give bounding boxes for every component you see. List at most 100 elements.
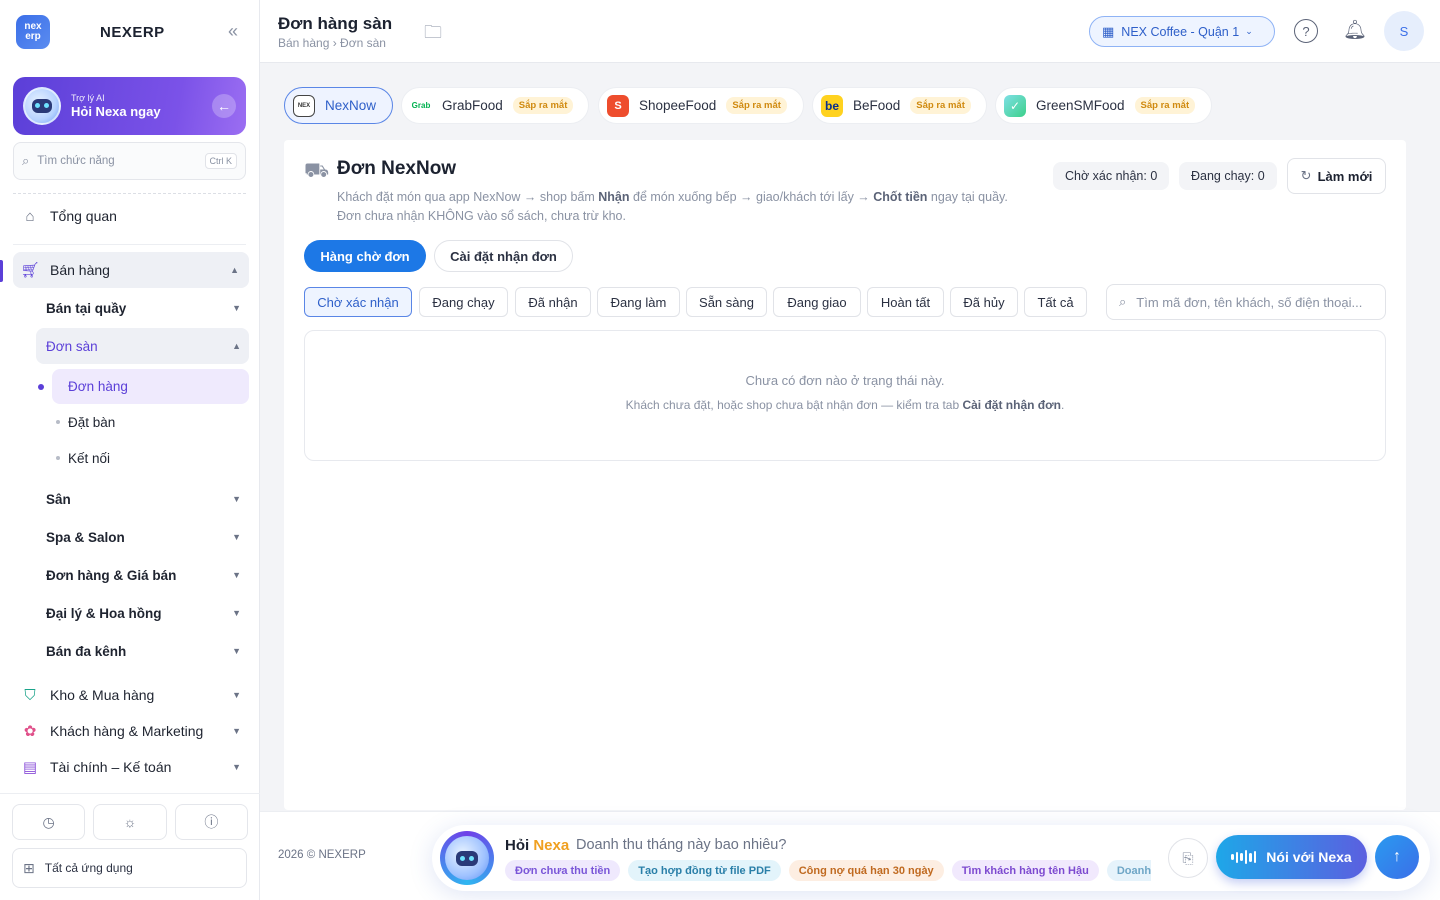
tab-label: ShopeeFood [639,98,717,113]
sidebar-item-label: Kho & Mua hàng [50,687,155,703]
sidebar-item-connections[interactable]: Kết nối [68,447,228,469]
desc-text: để món xuống bếp → giao/khách tới lấy → [629,190,874,204]
help-icon[interactable]: ? [1294,19,1318,43]
filter-preparing[interactable]: Đang làm [597,287,680,317]
brand-name: NEXERP [100,23,165,41]
tab-label: NexNow [325,98,377,113]
attach-icon[interactable]: ⎘ [1168,838,1208,878]
coming-soon-badge: Sắp ra mắt [910,97,971,114]
sidebar-item-spa[interactable]: Spa & Salon ▼ [46,526,241,548]
theme-toggle-icon[interactable]: ☼ [93,804,167,840]
store-selector[interactable]: ▦ NEX Coffee - Quận 1 ⌄ [1089,16,1275,47]
breadcrumb[interactable]: Bán hàng › Đơn sàn [278,36,386,50]
sidebar-item-yard[interactable]: Sân ▼ [46,488,241,510]
chevron-down-icon: ▼ [232,494,241,504]
filter-accepted[interactable]: Đã nhận [515,287,591,317]
tab-order-queue[interactable]: Hàng chờ đơn [304,240,426,272]
feature-search-input[interactable]: ⌕ Tìm chức năng Ctrl K [13,142,246,180]
sidebar-item-orders[interactable]: Đơn hàng [52,369,249,404]
folder-icon[interactable]: 🗀 [424,20,442,50]
arrow-left-icon[interactable]: ← [212,94,236,118]
empty-state: Chưa có đơn nào ở trạng thái này. Khách … [304,330,1386,461]
sidebar-item-inventory[interactable]: ⛉ Kho & Mua hàng ▼ [20,684,241,706]
filter-running[interactable]: Đang chạy [419,287,508,317]
chevron-down-icon: ▼ [232,690,241,700]
tab-greensmfood[interactable]: ✓ GreenSMFood Sắp ra mắt [995,87,1212,124]
sidebar: nex erp NEXERP « Trợ lý AI Hỏi Nexa ngay… [0,0,260,900]
sidebar-item-finance[interactable]: ▤ Tài chính – Kế toán ▼ [20,756,241,778]
bag-icon: ⛉ [24,686,36,704]
sidebar-item-agents[interactable]: Đại lý & Hoa hồng ▼ [46,602,241,624]
voice-nexa-button[interactable]: Nói với Nexa [1216,835,1367,879]
sidebar-item-sales-counter[interactable]: Bán tại quầy ▼ [46,297,241,319]
topbar: Đơn hàng sàn Bán hàng › Đơn sàn 🗀 ▦ NEX … [260,0,1440,63]
chevron-down-icon: ▼ [232,762,241,772]
active-dot [38,384,44,390]
filter-all[interactable]: Tất cả [1024,287,1087,317]
sidebar-item-platform-orders[interactable]: Đơn sàn ▲ [36,328,249,364]
suggestion-chip[interactable]: Công nợ quá hạn 30 ngày [788,860,944,881]
store-icon: ▦ [1102,23,1115,39]
suggestion-chips: Đơn chưa thu tiền Tạo hợp đồng từ file P… [505,860,1151,882]
store-name: NEX Coffee - Quận 1 [1121,24,1240,39]
sidebar-item-reservations[interactable]: Đặt bàn [68,411,228,433]
sidebar-item-customers[interactable]: ✿ Khách hàng & Marketing ▼ [20,720,241,742]
sidebar-item-omnichannel[interactable]: Bán đa kênh ▼ [46,640,241,662]
history-icon[interactable]: ◷ [12,804,86,840]
avatar[interactable]: S [1384,11,1424,51]
ask-nexa-input[interactable]: Doanh thu tháng này bao nhiêu? [576,837,786,853]
suggestion-chip[interactable]: Đơn chưa thu tiền [505,860,621,881]
filter-pending[interactable]: Chờ xác nhận [304,287,412,317]
shopeefood-logo: S [607,94,629,117]
search-icon: ⌕ [1119,294,1127,309]
tab-label: GreenSMFood [1036,98,1125,113]
bell-icon[interactable]: 🔔︎ [1343,18,1367,42]
alert-icon[interactable]: ⓘ [174,804,248,840]
chevron-up-icon: ▲ [232,341,241,351]
card-title: Đơn NexNow [337,158,457,179]
hint-text: . [1061,398,1065,412]
ask-nexa-label: Hỏi Nexa ngay [71,104,161,119]
sidebar-item-label: Tổng quan [50,208,117,224]
tab-shopeefood[interactable]: S ShopeeFood Sắp ra mắt [598,87,804,124]
ask-prefix: Hỏi [505,837,534,854]
sidebar-item-orders-pricing[interactable]: Đơn hàng & Giá bán ▼ [46,564,241,586]
tab-grabfood[interactable]: Grab GrabFood Sắp ra mắt [401,87,589,124]
filter-ready[interactable]: Sẵn sàng [686,287,767,317]
grabfood-logo: Grab [410,94,432,117]
suggestion-chip[interactable]: Tạo hợp đồng từ file PDF [628,860,781,881]
order-search-input[interactable]: ⌕ Tìm mã đơn, tên khách, số điện thoại..… [1106,284,1386,320]
sidebar-item-sales[interactable]: 🛒︎ Bán hàng ▲ [13,252,249,288]
filter-completed[interactable]: Hoàn tất [867,287,944,317]
sidebar-item-label: Bán đa kênh [46,643,127,659]
sidebar-item-label: Đơn hàng & Giá bán [46,567,177,583]
desc-text: ngay tại quầy. [927,190,1008,204]
nexa-bot-avatar[interactable] [440,831,494,885]
sidebar-item-overview[interactable]: ⌂ Tổng quan [20,205,246,227]
suggestion-chip[interactable]: Doanh th [1106,860,1151,881]
suggestion-chip[interactable]: Tìm khách hàng tên Hậu [951,860,1099,881]
nexa-bot-avatar [23,87,61,125]
collapse-sidebar-icon[interactable]: « [228,21,238,41]
tab-nexnow[interactable]: NEX NexNow [284,87,393,124]
filter-cancelled[interactable]: Đã hủy [950,287,1018,317]
page-title: Đơn hàng sàn [278,14,393,33]
ask-nexa-card[interactable]: Trợ lý AI Hỏi Nexa ngay ← [13,77,246,135]
tab-order-settings[interactable]: Cài đặt nhận đơn [434,240,573,272]
hint-link[interactable]: Cài đặt nhận đơn [962,398,1061,412]
sidebar-item-label: Đơn hàng [68,379,128,394]
refresh-button[interactable]: ↻ Làm mới [1287,158,1386,194]
all-apps-button[interactable]: ⊞ Tất cả ứng dụng [12,848,247,888]
card-description: Khách đặt món qua app NexNow → shop bấm … [337,188,1008,226]
tab-label: BeFood [853,98,901,113]
brand: nex erp NEXERP « [16,15,244,49]
nexnow-logo: NEX [293,94,315,117]
send-button[interactable]: ↑ [1375,835,1419,879]
tab-befood[interactable]: be BeFood Sắp ra mắt [812,87,987,124]
hint-text: Khách chưa đặt, hoặc shop chưa bật nhận … [625,398,963,412]
pending-count-badge: Chờ xác nhận: 0 [1053,162,1170,190]
nexerp-logo[interactable]: nex erp [16,15,50,49]
filter-delivering[interactable]: Đang giao [773,287,861,317]
coming-soon-badge: Sắp ra mắt [512,97,574,114]
chevron-down-icon: ▼ [232,303,241,313]
